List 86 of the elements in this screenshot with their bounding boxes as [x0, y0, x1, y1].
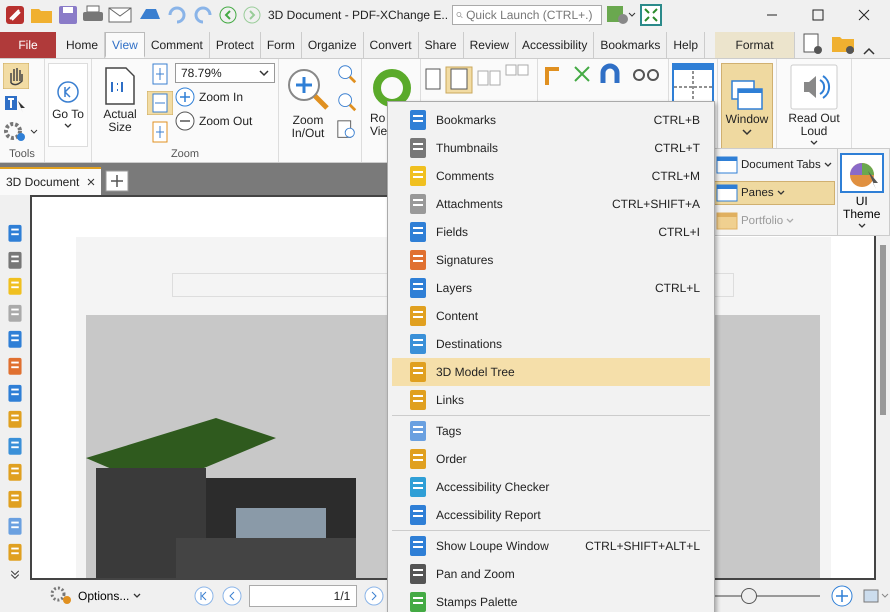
menu-item[interactable]: Show Loupe Window CTRL+SHIFT+ALT+L — [392, 532, 710, 560]
ribbon-tab[interactable]: Protect — [210, 32, 261, 58]
menu-item[interactable]: Comments CTRL+M — [392, 162, 710, 190]
menu-item[interactable]: Content — [392, 302, 710, 330]
menu-item[interactable]: Layers CTRL+L — [392, 274, 710, 302]
zoom-dropdown[interactable]: 78.79% — [175, 63, 275, 83]
window-icon — [716, 155, 738, 175]
caret-icon — [786, 218, 794, 224]
window-button[interactable]: Window — [721, 63, 773, 151]
ribbon-tab[interactable]: Review — [464, 32, 516, 58]
ribbon-tab[interactable]: Comment — [144, 32, 210, 58]
document-tab[interactable]: 3D Document — [0, 167, 102, 195]
ribbon-tab[interactable]: Accessibility — [516, 32, 594, 58]
windows-icon — [730, 78, 764, 110]
actual-size-button[interactable]: Actual Size — [95, 63, 145, 137]
window-title: 3D Document - PDF-XChange E.. — [268, 8, 448, 22]
menu-item[interactable]: Pan and Zoom — [392, 560, 710, 588]
file-tab[interactable]: File — [0, 32, 56, 58]
new-tab-icon[interactable] — [105, 170, 130, 192]
menu-item[interactable]: Signatures — [392, 246, 710, 274]
caret-icon — [776, 190, 785, 196]
ribbon-tab[interactable]: Convert — [364, 32, 419, 58]
hand-icon[interactable] — [3, 63, 29, 89]
group-label: Zoom — [170, 148, 200, 160]
caret-icon — [824, 162, 832, 168]
fit-width-icon[interactable] — [147, 91, 173, 115]
page-icon — [104, 66, 136, 106]
quick-launch-field[interactable]: Quick Launch (CTRL+.) — [452, 5, 602, 25]
options-button[interactable]: Options... — [44, 585, 148, 607]
menu-item[interactable]: Accessibility Checker — [392, 473, 710, 501]
more-icon[interactable] — [9, 568, 21, 580]
caret-icon — [742, 128, 752, 136]
ribbon-tab[interactable]: Organize — [302, 32, 364, 58]
back-icon[interactable] — [218, 5, 238, 25]
zoom-out-button[interactable]: Zoom Out — [175, 111, 275, 131]
magnifier-icon — [285, 66, 331, 112]
menu-item[interactable]: Order — [392, 445, 710, 473]
window-icon — [716, 211, 738, 231]
ribbon-tab[interactable]: Format — [715, 32, 796, 58]
zoom-in-out-button[interactable]: Zoom In/Out — [282, 63, 334, 143]
ribbon-tab[interactable]: Share — [418, 32, 464, 58]
menu-item[interactable]: Accessibility Report — [392, 501, 710, 529]
ribbon-tab[interactable]: Help — [667, 32, 706, 58]
go-to-button[interactable]: Go To — [48, 63, 88, 147]
magnifier-icon[interactable] — [336, 91, 358, 113]
zoom-in-icon[interactable] — [830, 584, 854, 608]
caret-icon — [133, 593, 142, 599]
fullscreen-icon[interactable] — [640, 4, 662, 26]
menu-item[interactable]: Stamps Palette — [392, 588, 710, 612]
read-out-loud-button[interactable]: Read Out Loud — [780, 63, 848, 149]
minus-circle-icon — [175, 111, 195, 131]
menu-item[interactable]: Tags — [392, 417, 710, 445]
search-icon — [456, 9, 464, 21]
menu-item[interactable]: Destinations — [392, 330, 710, 358]
ribbon-tab[interactable]: Bookmarks — [594, 32, 668, 58]
plus-circle-icon — [175, 87, 195, 107]
submenu-item[interactable]: Panes — [713, 181, 835, 205]
menu-item[interactable]: Fields CTRL+I — [392, 218, 710, 246]
close-icon[interactable] — [87, 178, 96, 186]
caret-icon — [858, 223, 866, 229]
menu-item[interactable]: Attachments CTRL+SHIFT+A — [392, 190, 710, 218]
ribbon-tab[interactable]: View — [105, 32, 145, 58]
page-number-field[interactable]: 1/1 — [249, 585, 358, 607]
window-icon — [716, 183, 738, 203]
next-page-icon[interactable] — [363, 585, 386, 607]
caret-icon — [64, 123, 72, 129]
first-page-icon[interactable] — [193, 585, 216, 607]
close-icon[interactable] — [858, 9, 870, 21]
zoom-in-button[interactable]: Zoom In — [175, 87, 275, 107]
app-logo-icon — [4, 4, 26, 26]
maximize-icon[interactable] — [812, 9, 824, 21]
collapse-caret-icon[interactable] — [863, 46, 876, 56]
envelope-icon[interactable] — [108, 5, 134, 25]
save-icon[interactable] — [58, 5, 78, 25]
caret-icon — [810, 140, 818, 146]
previous-page-icon[interactable] — [221, 585, 244, 607]
menu-item[interactable]: Links — [392, 386, 710, 414]
caret-icon — [259, 69, 269, 77]
menu-item[interactable]: 3D Model Tree — [392, 358, 710, 386]
color-wheel-icon — [840, 153, 884, 193]
ui-theme-button[interactable]: UI Theme — [840, 149, 884, 235]
gear-icon — [50, 586, 74, 606]
speaker-icon — [790, 64, 838, 110]
magnifier-icon[interactable] — [336, 63, 358, 85]
group-label: Tools — [9, 148, 35, 160]
ribbon-tab[interactable]: Form — [260, 32, 302, 58]
